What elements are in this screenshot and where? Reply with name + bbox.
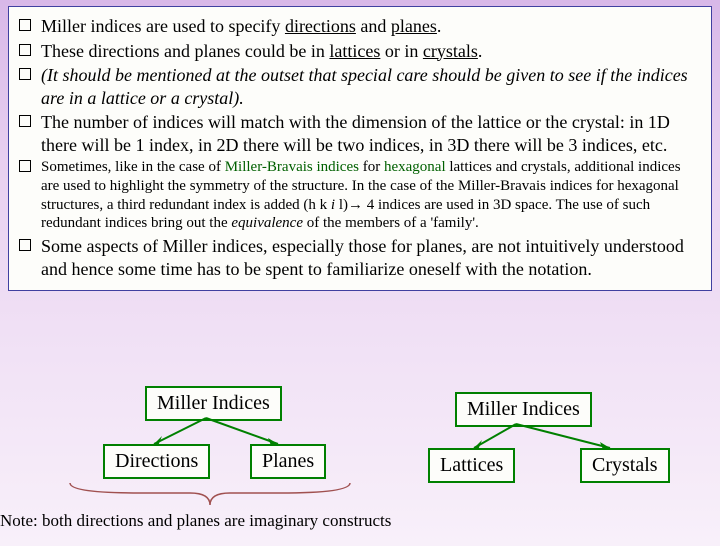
bullet-2: These directions and planes could be in …: [19, 40, 701, 63]
bullet-5: Sometimes, like in the case of Miller-Br…: [19, 158, 701, 233]
t: for: [359, 159, 384, 175]
bullet-text: Miller indices are used to specify direc…: [41, 15, 701, 38]
bullet-text: The number of indices will match with th…: [41, 111, 701, 156]
t: These directions and planes could be in: [41, 41, 329, 61]
t: or in: [380, 41, 423, 61]
brace-icon: [60, 478, 360, 513]
t: planes: [391, 16, 437, 36]
t: hexagonal: [384, 159, 446, 175]
t: lattices: [329, 41, 380, 61]
t: Miller-Bravais indices: [225, 159, 359, 175]
note-text: Note: both directions and planes are ima…: [0, 511, 391, 531]
content-box: Miller indices are used to specify direc…: [8, 6, 712, 291]
t: .: [437, 16, 442, 36]
box-directions: Directions: [103, 444, 210, 479]
box-lattices: Lattices: [428, 448, 515, 483]
t: and: [356, 16, 391, 36]
box-planes: Planes: [250, 444, 326, 479]
bullet-icon: [19, 115, 31, 127]
bullet-text: Some aspects of Miller indices, especial…: [41, 235, 701, 280]
t: equivalence: [231, 215, 303, 231]
bullet-1: Miller indices are used to specify direc…: [19, 15, 701, 38]
bullet-4: The number of indices will match with th…: [19, 111, 701, 156]
t: .: [478, 41, 483, 61]
bullet-icon: [19, 160, 31, 172]
box-crystals: Crystals: [580, 448, 670, 483]
t: crystals: [423, 41, 478, 61]
bullet-text: Sometimes, like in the case of Miller-Br…: [41, 158, 701, 233]
bullet-icon: [19, 68, 31, 80]
bullet-text: (It should be mentioned at the outset th…: [41, 64, 701, 109]
t: Miller indices are used to specify: [41, 16, 285, 36]
bullet-6: Some aspects of Miller indices, especial…: [19, 235, 701, 280]
bullet-icon: [19, 19, 31, 31]
t: of the members of a 'family'.: [303, 215, 479, 231]
bullet-icon: [19, 239, 31, 251]
t: directions: [285, 16, 356, 36]
bullet-3: (It should be mentioned at the outset th…: [19, 64, 701, 109]
t: Sometimes, like in the case of: [41, 159, 225, 175]
bullet-text: These directions and planes could be in …: [41, 40, 701, 63]
bullet-icon: [19, 44, 31, 56]
